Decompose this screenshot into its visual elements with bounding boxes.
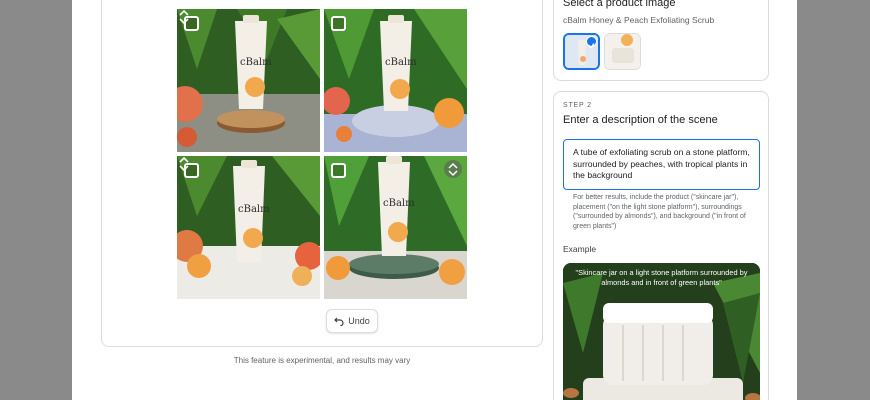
generated-image-1[interactable]: cBalm	[177, 9, 320, 152]
product-thumbnail-2[interactable]	[604, 33, 641, 70]
step1-heading: Select a product image	[563, 0, 676, 9]
scene-description-input[interactable]: A tube of exfoliating scrub on a stone p…	[563, 139, 760, 190]
undo-button[interactable]: Undo	[326, 309, 378, 333]
checkmark-icon	[586, 36, 597, 49]
generated-image-2[interactable]: cBalm	[324, 9, 467, 152]
product-thumbnail-selected[interactable]	[563, 33, 600, 70]
example-caption: "Skincare jar on a light stone platform …	[575, 268, 748, 287]
drag-handle-icon[interactable]	[177, 9, 191, 25]
generated-image-3[interactable]: cBalm	[177, 156, 320, 299]
generated-images-card: cBalm cBalm cBalm cBalm Undo	[101, 0, 543, 347]
tube-brand-label: cBalm	[383, 198, 415, 209]
disclaimer: This feature is experimental, and result…	[233, 356, 411, 365]
drag-handle-icon[interactable]	[444, 160, 462, 178]
product-name: cBalm Honey & Peach Exfoliating Scrub	[563, 15, 715, 25]
undo-label: Undo	[348, 316, 370, 326]
step2-kicker: STEP 2	[563, 102, 592, 109]
product-image-card: Select a product image cBalm Honey & Pea…	[553, 0, 769, 81]
generated-image-4[interactable]: cBalm	[324, 156, 467, 299]
tube-brand-label: cBalm	[238, 204, 270, 215]
tube-brand-label: cBalm	[385, 57, 417, 68]
scene-hint: For better results, include the product …	[573, 194, 746, 230]
checkbox-icon[interactable]	[331, 163, 346, 178]
example-image: "Skincare jar on a light stone platform …	[563, 263, 760, 400]
checkbox-icon[interactable]	[331, 16, 346, 31]
example-label: Example	[563, 244, 597, 254]
scene-description-card: STEP 2 Enter a description of the scene …	[553, 91, 769, 400]
step2-heading: Enter a description of the scene	[563, 114, 718, 126]
page: cBalm cBalm cBalm cBalm Undo This featur…	[72, 0, 797, 400]
tube-brand-label: cBalm	[240, 57, 272, 68]
undo-icon	[334, 317, 344, 326]
drag-handle-icon[interactable]	[177, 156, 191, 172]
